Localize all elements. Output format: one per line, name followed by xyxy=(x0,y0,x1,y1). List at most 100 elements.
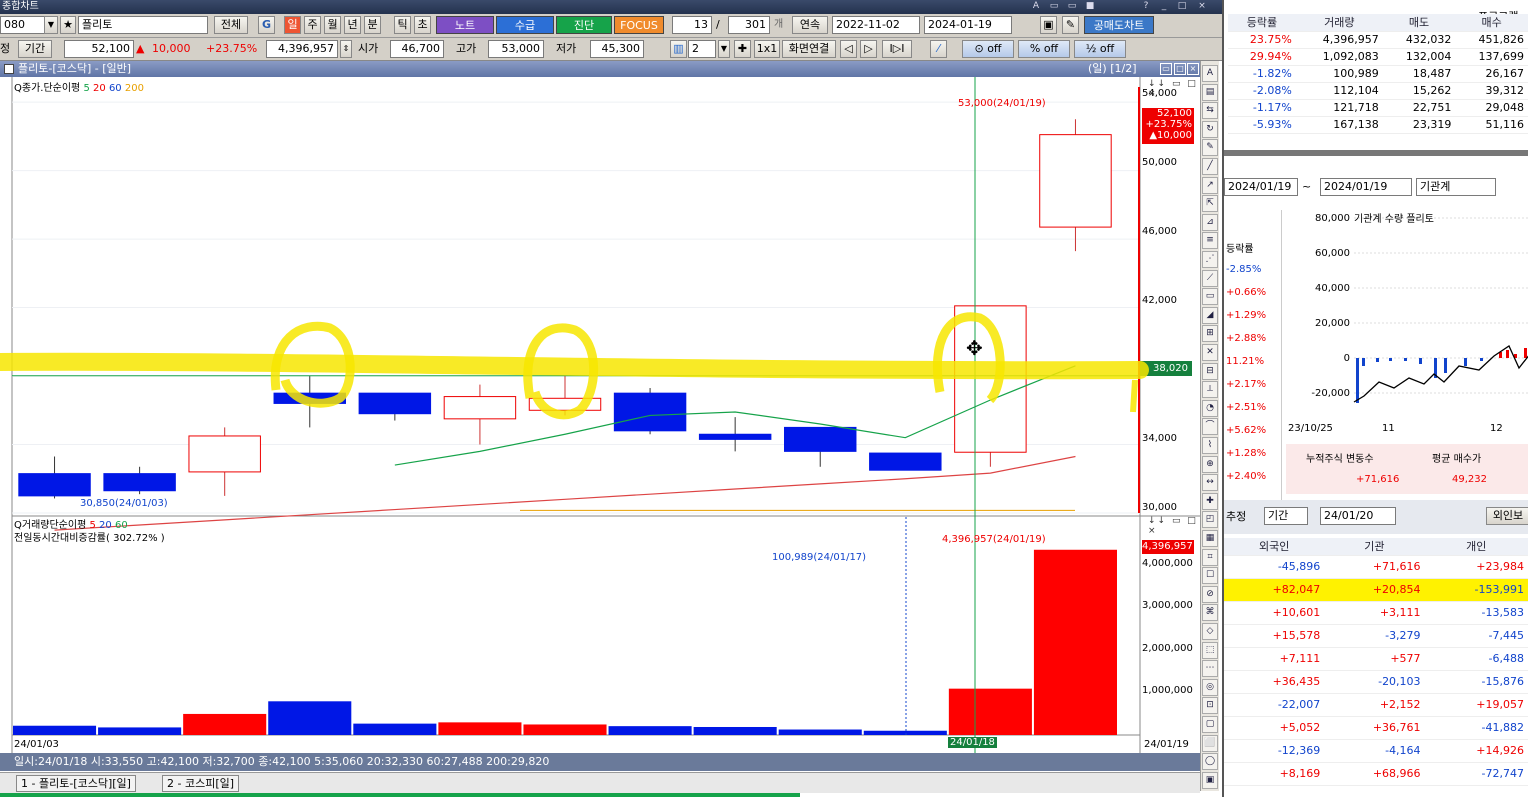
pin-icon[interactable]: ■ xyxy=(1084,1,1096,12)
toggle-half-off-button[interactable]: ½ off xyxy=(1074,40,1126,58)
date-from-input[interactable]: 2022-11-02 xyxy=(832,16,920,34)
all-button[interactable]: 전체 xyxy=(214,16,248,34)
period-week-button[interactable]: 주 xyxy=(304,16,321,34)
volume-spin-icon[interactable]: ⇕ xyxy=(340,40,352,58)
table-row[interactable]: 29.94% 1,092,083 132,004 137,699 xyxy=(1228,48,1528,66)
split-icon[interactable]: ▥ xyxy=(670,40,687,58)
period-day-button[interactable]: 일 xyxy=(284,16,301,34)
chart-max-icon[interactable]: □ xyxy=(1174,63,1186,75)
split-dropdown-icon[interactable]: ▼ xyxy=(718,40,730,58)
drawing-tool-icon[interactable]: ↗ xyxy=(1202,176,1218,194)
period-year-button[interactable]: 년 xyxy=(344,16,361,34)
supply-tag-button[interactable]: 수급 xyxy=(496,16,554,34)
table-row[interactable]: +8,169 +68,966 -72,747 xyxy=(1224,762,1528,786)
candle-count-input[interactable]: 13 xyxy=(672,16,712,34)
split-count-select[interactable]: 2 xyxy=(688,40,716,58)
table-row[interactable]: -45,896 +71,616 +23,984 xyxy=(1224,555,1528,579)
scroll-left-icon[interactable]: ◁ xyxy=(840,40,857,58)
estimate-period-select[interactable]: 기간 xyxy=(1264,507,1308,525)
drawing-tool-icon[interactable]: ↔ xyxy=(1202,474,1218,492)
drawing-tool-icon[interactable]: ⌘ xyxy=(1202,604,1218,622)
table-row[interactable]: -1.17% 121,718 22,751 29,048 xyxy=(1228,99,1528,117)
drawing-tool-icon[interactable]: ⌇ xyxy=(1202,437,1218,454)
drawing-tool-icon[interactable]: ▦ xyxy=(1202,530,1218,547)
foreign-button[interactable]: 외인보 xyxy=(1486,507,1528,525)
drawing-tool-icon[interactable]: ✚ xyxy=(1202,492,1218,510)
drawing-tool-icon[interactable]: ▢ xyxy=(1202,716,1218,733)
drawing-tool-icon[interactable]: ⊡ xyxy=(1202,697,1218,715)
drawing-tool-icon[interactable]: ⬜ xyxy=(1202,734,1218,752)
price-panel-controls[interactable]: ↓↓ ▭ □ × xyxy=(1148,79,1198,99)
code-dropdown-icon[interactable]: ▼ xyxy=(44,16,58,34)
drawing-tool-icon[interactable]: ✕ xyxy=(1202,344,1218,361)
drawing-tool-icon[interactable]: ▭ xyxy=(1202,288,1218,306)
drawing-tool-icon[interactable]: ⊘ xyxy=(1202,585,1218,603)
drawing-tool-icon[interactable]: ◰ xyxy=(1202,511,1218,529)
drawing-tool-icon[interactable]: ⊿ xyxy=(1202,213,1218,231)
period-tick-button[interactable]: 틱 xyxy=(394,16,411,34)
drawing-tool-icon[interactable]: ⋯ xyxy=(1202,660,1218,678)
favorite-star-icon[interactable]: ★ xyxy=(60,16,76,34)
chart-tab-1[interactable]: 1 - 플리토-[코스닥][일] xyxy=(16,775,136,792)
drawing-tool-icon[interactable]: ◇ xyxy=(1202,623,1218,640)
draw-tool-icon[interactable]: ⁄ xyxy=(930,40,947,58)
drawing-tool-icon[interactable]: ⌗ xyxy=(1202,548,1218,566)
drawing-tool-icon[interactable]: ◢ xyxy=(1202,306,1218,324)
toggle-percent-off-button[interactable]: % off xyxy=(1018,40,1070,58)
period-minute-button[interactable]: 분 xyxy=(364,16,381,34)
save-icon[interactable]: ▣ xyxy=(1040,16,1057,34)
volume-panel-controls[interactable]: ↓↓ ▭ □ × xyxy=(1148,516,1198,536)
drawing-tool-icon[interactable]: ⊟ xyxy=(1202,362,1218,380)
drawing-tool-icon[interactable]: ⊞ xyxy=(1202,325,1218,343)
scroll-end-icon[interactable]: I▷I xyxy=(882,40,912,58)
table-row[interactable]: -22,007 +2,152 +19,057 xyxy=(1224,693,1528,717)
table-row[interactable]: -1.82% 100,989 18,487 26,167 xyxy=(1228,65,1528,83)
tile-icon[interactable]: ▭ xyxy=(1066,1,1078,12)
window-menu-icon[interactable] xyxy=(4,64,14,74)
drawing-tool-icon[interactable]: ▤ xyxy=(1202,83,1218,101)
scroll-right-icon[interactable]: ▷ xyxy=(860,40,877,58)
table-row[interactable]: +10,601 +3,111 -13,583 xyxy=(1224,601,1528,625)
drawing-tool-icon[interactable]: ▣ xyxy=(1202,771,1218,789)
minimize-icon[interactable]: _ xyxy=(1158,1,1170,12)
table-row[interactable]: +36,435 -20,103 -15,876 xyxy=(1224,670,1528,694)
tools-icon[interactable]: ✎ xyxy=(1062,16,1079,34)
period-button[interactable]: 기간 xyxy=(18,40,52,58)
chart-tab-2[interactable]: 2 - 코스피[일] xyxy=(162,775,240,792)
continuous-button[interactable]: 연속 xyxy=(792,16,828,34)
drawing-tool-icon[interactable]: ✎ xyxy=(1202,139,1218,157)
drawing-tool-icon[interactable]: ⟂ xyxy=(1202,381,1218,399)
chart-close-icon[interactable]: × xyxy=(1187,63,1199,75)
drawing-tool-icon[interactable]: ◯ xyxy=(1202,753,1218,771)
maximize-icon[interactable]: □ xyxy=(1176,1,1188,12)
close-icon[interactable]: × xyxy=(1196,1,1208,12)
investor-select[interactable]: 기관계 xyxy=(1416,178,1496,196)
drawing-tool-icon[interactable]: ☐ xyxy=(1202,567,1218,585)
table-row[interactable]: -2.08% 112,104 15,262 39,312 xyxy=(1228,82,1528,100)
note-tag-button[interactable]: 노트 xyxy=(436,16,494,34)
table-row[interactable]: +15,578 -3,279 -7,445 xyxy=(1224,624,1528,648)
drawing-tool-icon[interactable]: ↻ xyxy=(1202,120,1218,138)
table-row[interactable]: -12,369 -4,164 +14,926 xyxy=(1224,739,1528,763)
drawing-tool-icon[interactable]: ⇆ xyxy=(1202,102,1218,120)
period-month-button[interactable]: 월 xyxy=(324,16,341,34)
short-sell-chart-button[interactable]: 공매도차트 xyxy=(1084,16,1154,34)
drawing-tool-icon[interactable]: ⬚ xyxy=(1202,641,1218,659)
table-row[interactable]: +7,111 +577 -6,488 xyxy=(1224,647,1528,671)
drawing-tool-icon[interactable]: ⌒ xyxy=(1202,418,1218,436)
table-row[interactable]: 23.75% 4,396,957 432,032 451,826 xyxy=(1228,31,1528,49)
drawing-tool-icon[interactable]: ╱ xyxy=(1202,158,1218,175)
drawing-tool-icon[interactable]: ◔ xyxy=(1202,399,1218,417)
rp-date-from[interactable]: 2024/01/19 xyxy=(1224,178,1298,196)
font-icon[interactable]: A xyxy=(1030,1,1042,12)
rp-date-to[interactable]: 2024/01/19 xyxy=(1320,178,1412,196)
period-second-button[interactable]: 초 xyxy=(414,16,431,34)
chart-restore-icon[interactable]: ▭ xyxy=(1160,63,1172,75)
drawing-tool-icon[interactable]: ◎ xyxy=(1202,678,1218,696)
diagnose-tag-button[interactable]: 진단 xyxy=(556,16,612,34)
estimate-date-input[interactable]: 24/01/20 xyxy=(1320,507,1396,525)
drawing-tool-icon[interactable]: ⇱ xyxy=(1202,195,1218,213)
table-row[interactable]: +5,052 +36,761 -41,882 xyxy=(1224,716,1528,740)
refresh-icon[interactable]: G xyxy=(258,16,275,34)
date-to-input[interactable]: 2024-01-19 xyxy=(924,16,1012,34)
